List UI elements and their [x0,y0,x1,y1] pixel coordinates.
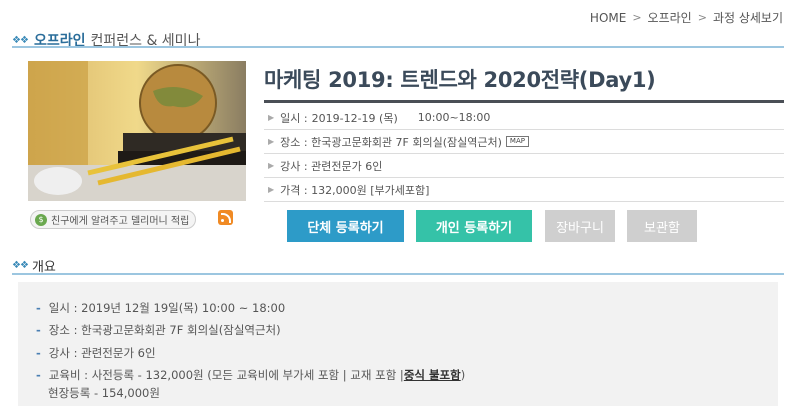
personal-register-button[interactable]: 개인 등록하기 [416,210,532,242]
course-info-list: ▶ 일시 : 2019-12-19 (목) 10:00~18:00 ▶ 장소 :… [264,106,784,202]
map-button[interactable]: MAP [505,136,529,147]
breadcrumb-home[interactable]: HOME [590,11,626,25]
bullet-arrow-icon: ▶ [268,161,275,170]
dash-bullet: - [36,323,41,337]
share-label: 친구에게 알려주고 델리머니 적립 [51,216,190,227]
dash-bullet: - [36,346,41,360]
title-divider [264,100,784,103]
overview-fee: - 교육비 : 사전등록 - 132,000원 (모든 교육비에 부가세 포함 … [36,367,465,383]
course-title: 마케팅 2019: 트렌드와 2020전략(Day1) [264,68,656,92]
overview-lecturer: - 강사 : 관련전문가 6인 [36,345,156,361]
chevron-right-icon: > [632,11,642,24]
dash-bullet: - [36,301,41,315]
dots-icon: ❖❖ [12,260,29,271]
course-thumbnail [28,61,246,201]
overview-fee-onsite: 현장등록 - 154,000원 [48,385,160,401]
share-reward-button[interactable]: $ 친구에게 알려주고 델리머니 적립 [30,210,197,229]
section-divider [12,46,784,48]
overview-fee-suffix: ) [460,368,466,382]
rss-icon[interactable] [218,210,233,225]
info-row-place: ▶ 장소 : 한국광고문화회관 7F 회의실(잠실역근처) MAP [264,130,784,154]
overview-fee-onsite-text: 현장등록 - 154,000원 [48,386,160,400]
overview-fee-text: 교육비 : 사전등록 - 132,000원 (모든 교육비에 부가세 포함 | … [48,368,404,382]
time-value: 10:00~18:00 [417,111,491,124]
price-value: 가격 : 132,000원 [부가세포함] [280,183,430,197]
overview-date: - 일시 : 2019년 12월 19일(목) 10:00 ~ 18:00 [36,300,285,316]
lecturer-value: 강사 : 관련전문가 6인 [280,159,383,173]
overview-divider [12,273,784,275]
overview-lecturer-text: 강사 : 관련전문가 6인 [48,346,156,360]
date-value: 2019-12-19 (목) [311,111,398,125]
overview-date-text: 일시 : 2019년 12월 19일(목) 10:00 ~ 18:00 [48,301,286,315]
share-coin-icon: $ [35,213,47,226]
bullet-arrow-icon: ▶ [268,137,275,146]
overview-place: - 장소 : 한국광고문화회관 7F 회의실(잠실역근처) [36,322,281,338]
breadcrumb-current: 과정 상세보기 [712,11,783,25]
dots-icon: ❖❖ [12,34,29,46]
group-register-button[interactable]: 단체 등록하기 [287,210,404,242]
cart-button[interactable]: 장바구니 [545,210,615,242]
overview-place-text: 장소 : 한국광고문화회관 7F 회의실(잠실역근처) [48,323,281,337]
info-row-price: ▶ 가격 : 132,000원 [부가세포함] [264,178,784,202]
breadcrumb: HOME > 오프라인 > 과정 상세보기 [590,9,783,26]
breadcrumb-offline[interactable]: 오프라인 [648,9,692,26]
dash-bullet: - [36,368,41,382]
keep-button[interactable]: 보관함 [627,210,697,242]
bullet-arrow-icon: ▶ [268,113,275,122]
info-row-lecturer: ▶ 강사 : 관련전문가 6인 [264,154,784,178]
bullet-arrow-icon: ▶ [268,185,275,194]
overview-fee-lunch: 중식 불포함 [403,368,461,382]
info-row-date: ▶ 일시 : 2019-12-19 (목) 10:00~18:00 [264,106,784,130]
place-value: 장소 : 한국광고문화회관 7F 회의실(잠실역근처) [280,135,502,149]
chevron-right-icon: > [697,11,707,24]
date-label: 일시 : [280,111,308,125]
